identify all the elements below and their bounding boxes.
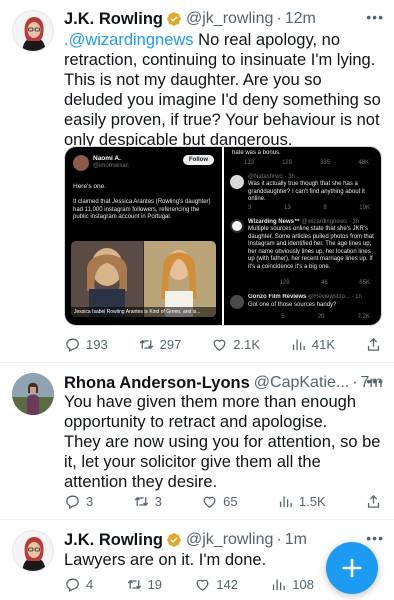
verified-badge-icon: [167, 12, 181, 26]
tweet-paragraph: You have given them more than enough opp…: [64, 393, 357, 431]
embedded-line-2: It claimed that Jessica Arantes (Rowling…: [73, 199, 211, 220]
embedded-stats-row: 128 46 65K: [279, 280, 370, 286]
views-button[interactable]: 41K: [290, 336, 335, 353]
view-count: 108: [292, 576, 314, 592]
retweet-count: 3: [154, 493, 162, 509]
verified-badge-icon: [167, 533, 181, 547]
avatar: [230, 175, 244, 189]
retweet-button[interactable]: 297: [138, 336, 182, 353]
display-name[interactable]: J.K. Rowling: [64, 10, 163, 29]
share-icon: [367, 494, 380, 508]
views-icon: [279, 496, 292, 507]
like-count: 142: [216, 576, 238, 592]
reply-count: 193: [86, 336, 108, 352]
retweet-icon: [127, 579, 141, 589]
separator-dot: ·: [276, 10, 282, 27]
reply-icon: [66, 495, 79, 509]
avatar: [73, 155, 89, 171]
tweet-actions: 4 19 142 108: [64, 574, 314, 594]
reply-button[interactable]: 193: [64, 336, 108, 353]
retweet-button[interactable]: 19: [126, 576, 162, 593]
timestamp[interactable]: 1m: [285, 531, 307, 549]
avatar[interactable]: [12, 10, 54, 52]
reply-button[interactable]: 3: [64, 493, 93, 510]
views-icon: [273, 579, 286, 590]
reply-icon: [66, 338, 79, 352]
user-handle[interactable]: @jk_rowling: [186, 531, 273, 549]
like-icon: [213, 339, 226, 351]
share-button[interactable]: [365, 336, 382, 353]
views-icon: [292, 339, 305, 350]
like-count: 65: [223, 493, 238, 509]
retweet-icon: [139, 339, 153, 349]
like-button[interactable]: 142: [194, 576, 238, 593]
embedded-handle: @imomwisac: [93, 163, 129, 169]
share-icon: [367, 337, 380, 351]
embedded-tweet-text: Multiple sources online state that she's…: [248, 226, 374, 270]
avatar: [230, 295, 244, 309]
timestamp[interactable]: 12m: [285, 10, 316, 28]
tweet-actions: 193 297 2.1K 41K: [64, 334, 382, 354]
compose-icon: [342, 558, 362, 578]
more-icon[interactable]: •••: [366, 373, 384, 389]
like-button[interactable]: 2.1K: [211, 336, 260, 353]
reply-icon: [66, 578, 79, 592]
like-icon: [196, 579, 209, 591]
share-button[interactable]: [365, 493, 382, 510]
screenshot-image-left[interactable]: Naomi A. @imomwisac Follow Here's one. I…: [65, 147, 222, 325]
embedded-stats-row: 3 13 8 19K: [248, 205, 370, 211]
embedded-author: Naomi A.: [93, 155, 121, 162]
more-icon[interactable]: •••: [366, 530, 384, 546]
display-name[interactable]: J.K. Rowling: [64, 531, 163, 550]
compose-button[interactable]: [326, 542, 378, 594]
more-icon[interactable]: •••: [366, 9, 384, 25]
views-button[interactable]: 1.5K: [277, 493, 326, 510]
like-icon: [203, 496, 216, 508]
image-caption: Jessica Isabel Rowling Arantes is Kind o…: [71, 307, 216, 317]
embedded-reply-text: Was it actually true though that she has…: [248, 181, 365, 202]
like-button[interactable]: 65: [201, 493, 238, 510]
retweet-count: 19: [147, 576, 162, 592]
tweet-text: .@wizardingnews No real apology, no retr…: [64, 30, 382, 150]
view-count: 1.5K: [298, 493, 326, 509]
separator-dot: ·: [352, 374, 358, 391]
embedded-author: Gonzo Film Reviews @ReviewsGo... · 1h: [248, 294, 362, 300]
embedded-stats-row: 133 128 335 48K: [244, 160, 369, 166]
separator-dot: ·: [276, 531, 282, 548]
user-handle[interactable]: @CapKatie...: [254, 374, 349, 392]
screenshot-image-right[interactable]: hate was a bonus. 133 128 335 48K @Natashrw…: [224, 147, 381, 325]
photo-collage: Jessica Isabel Rowling Arantes is Kind o…: [71, 241, 216, 317]
media-grid[interactable]: Naomi A. @imomwisac Follow Here's one. I…: [64, 146, 382, 326]
tweet-text: You have given them more than enough opp…: [64, 392, 382, 492]
tweet-jk-rowling-1[interactable]: J.K. Rowling @jk_rowling · 12m ••• .@wiz…: [0, 0, 394, 362]
mention-link[interactable]: .@wizardingnews: [64, 31, 194, 49]
reply-count: 4: [86, 576, 94, 592]
follow-button: Follow: [183, 155, 214, 165]
retweet-icon: [134, 496, 148, 506]
tweet-paragraph: They are now using you for attention, so…: [64, 433, 381, 491]
retweet-button[interactable]: 3: [133, 493, 162, 510]
tweet-rhona[interactable]: Rhona Anderson-Lyons @CapKatie... · 7m •…: [0, 363, 394, 519]
thread-text-top: hate was a bonus.: [232, 150, 281, 156]
reply-count: 3: [86, 493, 94, 509]
views-button[interactable]: 108: [270, 576, 314, 593]
display-name[interactable]: Rhona Anderson-Lyons: [64, 374, 250, 393]
like-count: 2.1K: [233, 336, 260, 352]
tweet-actions: 3 3 65 1.5K: [64, 491, 382, 511]
embedded-line-1: Here's one.: [73, 183, 107, 190]
user-handle[interactable]: @jk_rowling: [186, 10, 273, 28]
avatar[interactable]: [12, 373, 54, 415]
avatar: [230, 219, 244, 233]
avatar[interactable]: [12, 530, 54, 572]
embedded-tweet-text: Got one of those sources handy?: [248, 302, 337, 308]
retweet-count: 297: [159, 336, 182, 352]
view-count: 41K: [311, 336, 336, 352]
reply-button[interactable]: 4: [64, 576, 93, 593]
embedded-stats-row: 5 20 7.2K: [281, 314, 370, 320]
